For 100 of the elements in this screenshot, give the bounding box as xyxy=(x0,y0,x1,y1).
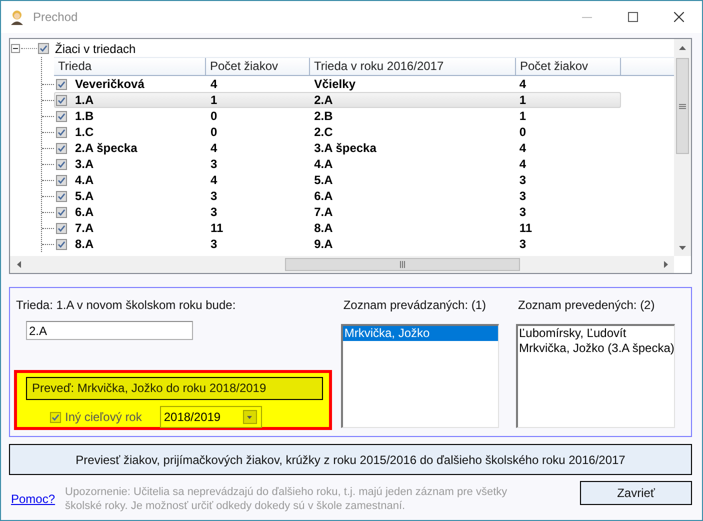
table-cell-text: 3 xyxy=(518,189,528,203)
table-cell-text: 9.A xyxy=(313,237,334,251)
year-dropdown[interactable]: 2018/2019 xyxy=(160,406,262,428)
table-cell-text: 1.C xyxy=(74,125,95,139)
column-header[interactable]: Trieda v roku 2016/2017 xyxy=(310,58,516,75)
table-row[interactable]: 4.A 4 5.A 3 xyxy=(54,172,621,188)
table-cell-text: 2.A xyxy=(313,93,334,107)
list-item[interactable]: Mrkvička, Jožko xyxy=(343,326,498,341)
checkbox[interactable] xyxy=(56,238,67,250)
table-cell-text: 3 xyxy=(210,205,218,219)
note-text: Upozornenie: Učitelia sa neprevádzajú do ďalšieho roku, t.j. majú jeden záznam pre všetky školské roky. Je možnosť určiť odkedy dokedy sú v škole zamestnaní. xyxy=(65,485,508,513)
table-cell-text: 4 xyxy=(210,173,218,187)
notice-text: Preveď: Mrkvička, Jožko do roku 2018/2019 xyxy=(26,377,324,400)
table-cell-text: 8.A xyxy=(74,237,95,251)
checkbox[interactable] xyxy=(56,174,67,186)
window-title: Prechod xyxy=(33,10,78,24)
table-row[interactable]: 7.A 11 8.A 11 xyxy=(54,220,621,236)
help-link[interactable]: Pomoc? xyxy=(11,492,56,506)
list-item[interactable]: Ľubomírsky, Ľudovít xyxy=(518,326,674,341)
table-cell-text: 1 xyxy=(210,93,218,107)
table-cell-text: 1 xyxy=(518,109,528,123)
close-icon[interactable] xyxy=(674,12,684,22)
table-cell-text: 4.A xyxy=(74,173,95,187)
left-arrow-icon[interactable] xyxy=(16,261,20,268)
table-row[interactable]: 2.A špecka 4 3.A špecka 4 xyxy=(54,140,621,156)
checkbox[interactable] xyxy=(56,142,67,154)
table-row[interactable]: 5.A 3 6.A 3 xyxy=(54,188,621,204)
vertical-scrollbar[interactable] xyxy=(674,39,691,256)
table-cell-text: 6.A xyxy=(313,189,334,203)
table-cell-text: 6.A xyxy=(74,205,95,219)
table-cell-text: 1 xyxy=(518,93,528,107)
table-cell-text: 4.A xyxy=(313,157,334,171)
list-box[interactable]: Mrkvička, Jožko xyxy=(341,324,499,428)
horizontal-scrollbar[interactable] xyxy=(10,256,674,273)
table-cell-text: 3 xyxy=(210,157,218,171)
checkbox[interactable] xyxy=(56,94,67,106)
checkbox[interactable] xyxy=(56,110,67,122)
table-cell-text: Veveričková xyxy=(74,77,146,91)
column-header[interactable]: Počet žiakov xyxy=(206,58,310,75)
checkbox[interactable] xyxy=(56,126,67,138)
table-cell-text: 1.A xyxy=(74,93,95,107)
table-cell-text: 3 xyxy=(210,189,218,203)
table-cell-text: 0 xyxy=(210,109,218,123)
table-cell-text: 4 xyxy=(210,141,218,155)
table-cell-text: 5.A xyxy=(313,173,334,187)
table-row[interactable]: 1.C 0 2.C 0 xyxy=(54,124,621,140)
table-cell-text: 8.A xyxy=(313,221,334,235)
table-cell-text: 3 xyxy=(518,237,528,251)
class-input-field[interactable]: 2.A xyxy=(26,321,193,340)
checkbox[interactable] xyxy=(56,78,67,90)
checkbox[interactable] xyxy=(56,222,67,234)
table-row[interactable]: 1.A 1 2.A 1 xyxy=(54,92,621,108)
table-cell-text: 3.A špecka xyxy=(313,141,378,155)
checkbox-label: Iný cieľový rok xyxy=(65,410,142,424)
grip-icon[interactable] xyxy=(679,104,686,108)
tree-root-label[interactable]: Žiaci v triedach xyxy=(55,42,136,56)
list-item[interactable]: Mrkvička, Jožko (3.A špecka) xyxy=(518,341,674,356)
table-cell-text: 1.B xyxy=(74,109,95,123)
table-cell-text: 11 xyxy=(518,221,534,235)
list-box[interactable]: Ľubomírsky, Ľudovít Mrkvička, Jožko (3.A špecka) xyxy=(516,324,675,428)
table-cell-text: Včielky xyxy=(313,77,356,91)
table-cell-text: 3 xyxy=(210,237,218,251)
column-header[interactable]: Trieda xyxy=(54,58,206,75)
maximize-icon[interactable] xyxy=(628,12,638,22)
down-arrow-icon[interactable] xyxy=(679,246,686,250)
checkbox[interactable] xyxy=(50,412,61,422)
column-header[interactable]: Počet žiakov xyxy=(516,58,621,75)
table-cell-text: 2.B xyxy=(313,109,334,123)
table-row[interactable]: 8.A 3 9.A 3 xyxy=(54,236,621,252)
up-arrow-icon[interactable] xyxy=(679,46,686,50)
person-icon xyxy=(9,9,25,25)
checkbox[interactable] xyxy=(56,190,67,202)
right-arrow-icon[interactable] xyxy=(664,261,668,268)
table-row[interactable]: 6.A 3 7.A 3 xyxy=(54,204,621,220)
table-row[interactable]: 3.A 3 4.A 4 xyxy=(54,156,621,172)
table-cell-text: 4 xyxy=(518,141,528,155)
table-cell-text: 2.A špecka xyxy=(74,141,138,155)
caret-icon xyxy=(247,416,252,418)
checkbox[interactable] xyxy=(56,206,67,218)
transfer-button[interactable]: Previesť žiakov, prijímačkových žiakov, krúžky z roku 2015/2016 do ďalšieho školského roku 2016/2017 xyxy=(9,444,692,475)
table-cell-text: 11 xyxy=(210,221,224,235)
table-cell-text: 0 xyxy=(210,125,218,139)
table-cell-text: 4 xyxy=(518,77,528,91)
table-cell-text: 3 xyxy=(518,173,528,187)
table-cell-text: 4 xyxy=(210,77,218,91)
checkbox[interactable] xyxy=(38,43,49,54)
list-label: Zoznam prevádzaných: (1) xyxy=(343,298,488,312)
grip-icon[interactable] xyxy=(400,261,405,268)
table-cell-text: 2.C xyxy=(313,125,334,139)
checkbox[interactable] xyxy=(56,158,67,170)
field-label: Trieda: 1.A v novom školskom roku bude: xyxy=(16,298,237,312)
table-cell-text: 4 xyxy=(518,157,528,171)
list-label: Zoznam prevedených: (2) xyxy=(518,298,656,312)
table-row[interactable]: 1.B 0 2.B 1 xyxy=(54,108,621,124)
table-cell-text: 3 xyxy=(518,205,528,219)
collapse-icon[interactable] xyxy=(11,44,20,53)
table-row[interactable]: Veveričková 4 Včielky 4 xyxy=(54,76,621,92)
table-cell-text: 3.A xyxy=(74,157,95,171)
table-cell-text: 0 xyxy=(518,125,528,139)
close-button[interactable]: Zavrieť xyxy=(580,481,692,505)
